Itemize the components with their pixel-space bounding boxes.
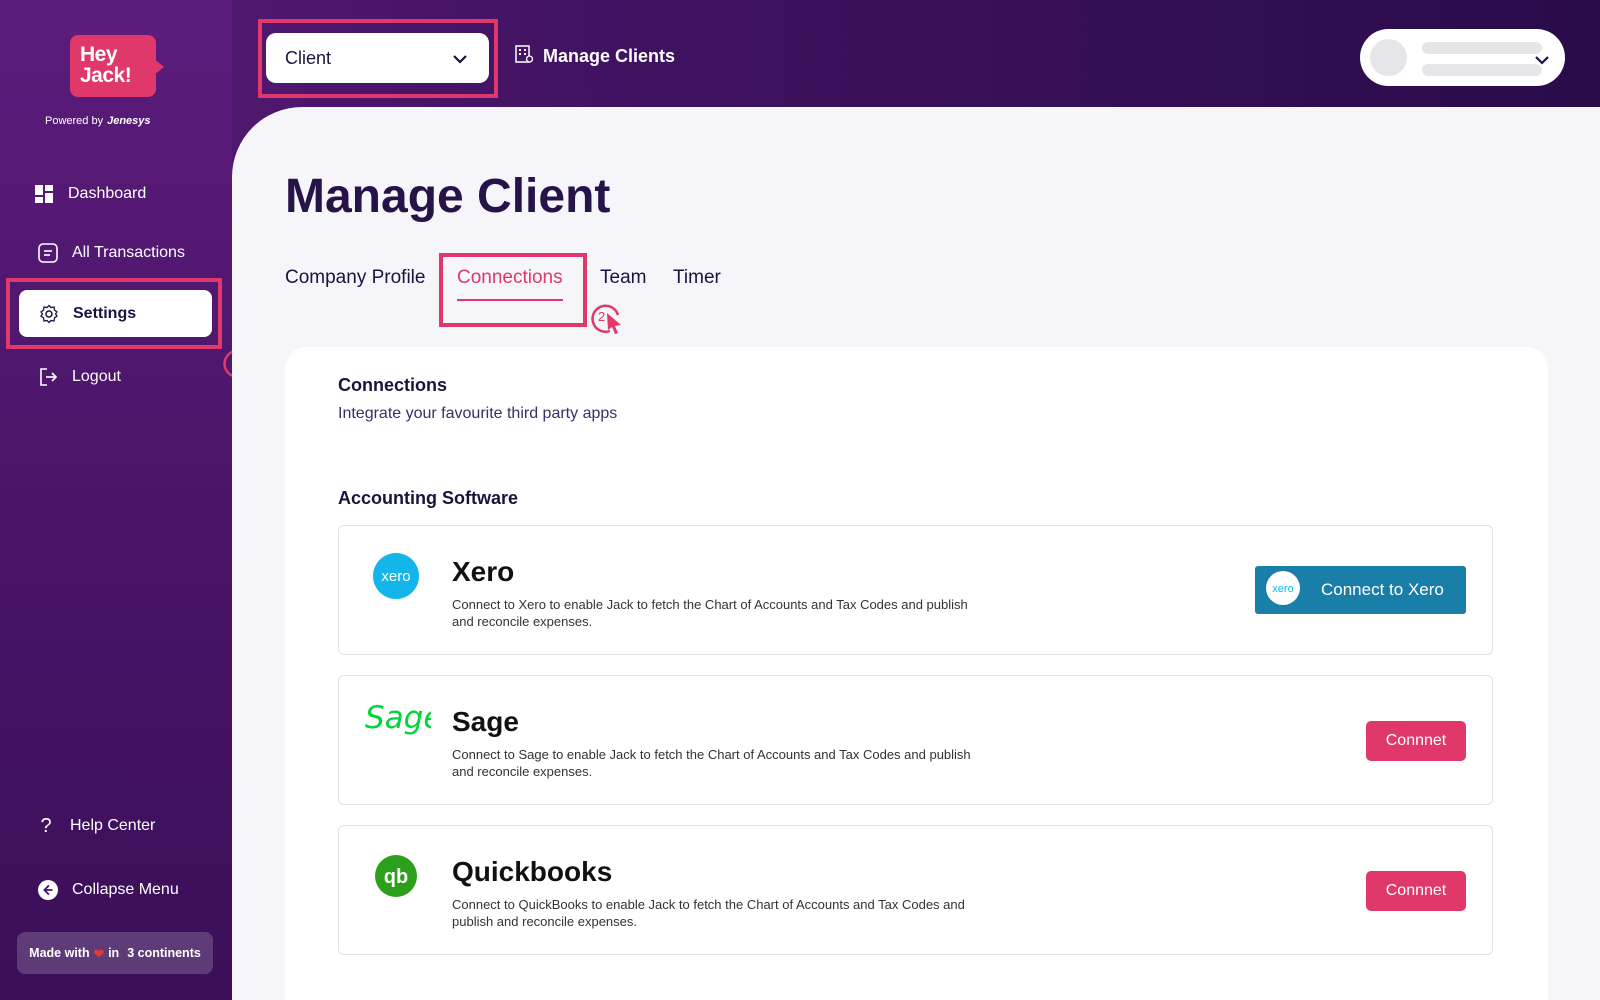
- sidebar-item-logout[interactable]: Logout: [38, 357, 121, 397]
- question-icon: ?: [40, 814, 52, 837]
- sidebar-item-all-transactions[interactable]: All Transactions: [38, 233, 185, 273]
- connect-quickbooks-button[interactable]: Connnet: [1366, 871, 1466, 911]
- connections-tab-highlight: [439, 253, 587, 327]
- tab-timer[interactable]: Timer: [673, 267, 721, 289]
- tab-team[interactable]: Team: [600, 267, 646, 289]
- help-center-label: Help Center: [70, 817, 156, 834]
- chevron-down-icon: [1535, 52, 1549, 70]
- connection-description: Connect to Xero to enable Jack to fetch …: [452, 597, 968, 629]
- step-2-cursor-icon: 2: [590, 301, 630, 346]
- made-with-prefix: Made with: [29, 946, 90, 960]
- user-role-placeholder: [1422, 64, 1542, 76]
- logo-text: Hey Jack!: [80, 43, 132, 87]
- collapse-menu-label: Collapse Menu: [72, 881, 179, 898]
- client-select-value: Client: [285, 47, 332, 68]
- svg-text:xero: xero: [381, 568, 410, 585]
- sage-logo-icon: Sage: [363, 698, 442, 743]
- user-menu[interactable]: [1360, 29, 1565, 86]
- connect-sage-button[interactable]: Connnet: [1366, 721, 1466, 761]
- made-with-suffix: in: [108, 946, 120, 960]
- made-with-count: 3 continents: [127, 946, 201, 960]
- accounting-software-title: Accounting Software: [338, 488, 519, 508]
- manage-clients-label: Manage Clients: [543, 46, 676, 66]
- connection-name: Xero: [452, 556, 515, 587]
- connections-card: Connections Integrate your favourite thi…: [285, 347, 1548, 1000]
- collapse-menu-button[interactable]: Collapse Menu: [38, 870, 179, 910]
- powered-by: Powered by Jenesys: [45, 115, 151, 127]
- xero-logo-icon: xero: [372, 552, 420, 605]
- sidebar-item-label: All Transactions: [72, 244, 185, 261]
- made-with-badge: Made with ❤ in 3 continents: [17, 932, 213, 974]
- dashboard-icon: [34, 184, 54, 204]
- connect-to-xero-button[interactable]: xero Connect to Xero: [1255, 566, 1466, 614]
- connections-subtitle: Integrate your favourite third party app…: [338, 405, 618, 422]
- connections-title: Connections: [338, 375, 448, 395]
- svg-text:Sage: Sage: [365, 700, 431, 736]
- quickbooks-logo-icon: qb: [374, 854, 418, 903]
- arrow-left-circle-icon: [38, 880, 58, 900]
- sidebar-item-dashboard[interactable]: Dashboard: [34, 174, 146, 214]
- tab-company-profile[interactable]: Company Profile: [285, 267, 425, 289]
- connection-description: Connect to QuickBooks to enable Jack to …: [452, 897, 965, 929]
- help-center-link[interactable]: ? Help Center: [36, 806, 155, 846]
- user-name-placeholder: [1422, 42, 1542, 54]
- heyjack-logo[interactable]: Hey Jack!: [70, 35, 164, 97]
- sidebar: Hey Jack! Powered by Jenesys Dashboard Al…: [0, 0, 232, 1000]
- xero-badge-icon: xero: [1265, 570, 1301, 611]
- heart-icon: ❤: [93, 946, 105, 961]
- connection-row-sage: Sage Sage Connect to Sage to enable Jack…: [338, 675, 1493, 805]
- chevron-down-icon: [453, 48, 467, 69]
- avatar: [1370, 39, 1407, 76]
- sidebar-item-label: Dashboard: [68, 185, 147, 202]
- connect-to-xero-label: Connect to Xero: [1321, 580, 1444, 599]
- logout-icon: [38, 367, 58, 387]
- transactions-icon: [38, 243, 58, 263]
- page-title: Manage Client: [285, 170, 611, 223]
- main-content: Manage Client Company Profile Connection…: [232, 107, 1600, 1000]
- connection-description: Connect to Sage to enable Jack to fetch …: [452, 747, 971, 779]
- svg-text:xero: xero: [1272, 583, 1293, 595]
- connection-name: Quickbooks: [452, 856, 613, 887]
- settings-highlight: [6, 278, 222, 349]
- connection-row-quickbooks: qb Quickbooks Connect to QuickBooks to e…: [338, 825, 1493, 955]
- connection-row-xero: xero Xero Connect to Xero to enable Jack…: [338, 525, 1493, 655]
- jenesys-logo: Jenesys: [107, 115, 151, 127]
- powered-prefix: Powered by: [45, 115, 104, 127]
- connection-name: Sage: [452, 706, 519, 737]
- sidebar-item-label: Logout: [72, 368, 121, 385]
- svg-text:qb: qb: [384, 866, 408, 888]
- clients-building-icon: [514, 44, 534, 69]
- client-select[interactable]: Client: [266, 33, 489, 83]
- step-2-number: 2: [598, 309, 605, 324]
- manage-clients-link[interactable]: Manage Clients: [514, 44, 675, 69]
